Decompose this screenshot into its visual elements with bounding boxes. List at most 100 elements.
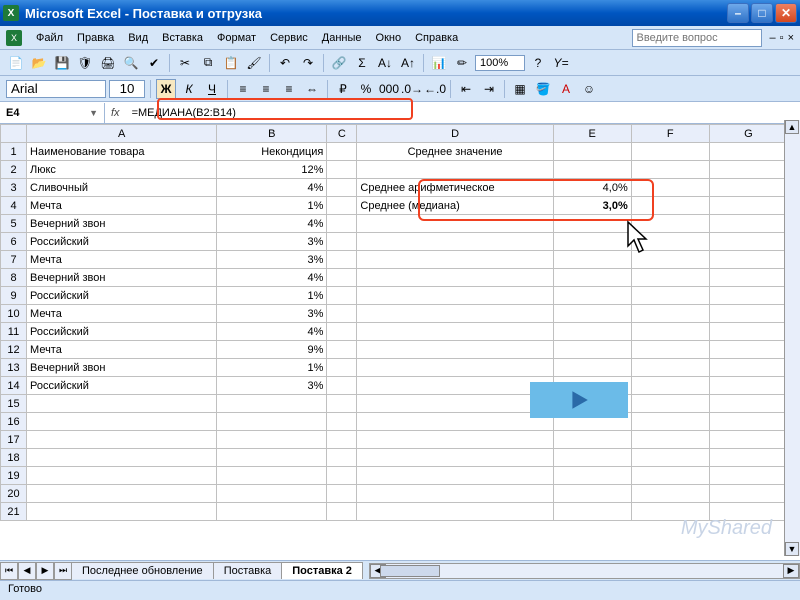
formula-eval-icon[interactable]: Y=	[551, 53, 571, 73]
print-icon[interactable]: 🖨	[98, 53, 118, 73]
indent-dec-icon[interactable]: ⇤	[456, 79, 476, 99]
format-painter-icon[interactable]: 🖌	[244, 53, 264, 73]
cell[interactable]: Мечта	[27, 197, 217, 215]
cell[interactable]	[631, 395, 709, 413]
cell[interactable]	[357, 341, 553, 359]
menu-help[interactable]: Справка	[409, 29, 464, 47]
cell[interactable]: Российский	[27, 323, 217, 341]
cell[interactable]	[553, 359, 631, 377]
cell[interactable]	[631, 215, 709, 233]
cell[interactable]	[709, 323, 787, 341]
row-header[interactable]: 7	[1, 251, 27, 269]
menu-file[interactable]: Файл	[30, 29, 69, 47]
cell[interactable]: Среднее значение	[357, 143, 553, 161]
undo-icon[interactable]: ↶	[275, 53, 295, 73]
select-all-corner[interactable]	[1, 125, 27, 143]
maximize-button[interactable]: □	[751, 3, 773, 23]
cell[interactable]	[357, 395, 553, 413]
cell[interactable]	[553, 431, 631, 449]
cell[interactable]	[327, 287, 357, 305]
row-header[interactable]: 12	[1, 341, 27, 359]
paste-icon[interactable]: 📋	[221, 53, 241, 73]
cell[interactable]	[709, 197, 787, 215]
cell[interactable]	[553, 269, 631, 287]
cell[interactable]	[631, 359, 709, 377]
row-header[interactable]: 20	[1, 485, 27, 503]
cell[interactable]	[631, 413, 709, 431]
sheet-tab-0[interactable]: Последнее обновление	[71, 562, 214, 579]
menu-view[interactable]: Вид	[122, 29, 154, 47]
spreadsheet-grid[interactable]: A B C D E F G 1Наименование товараНеконд…	[0, 124, 800, 560]
cell[interactable]	[327, 305, 357, 323]
cell[interactable]	[709, 305, 787, 323]
cell[interactable]: Среднее (медиана)	[357, 197, 553, 215]
italic-icon[interactable]: К	[179, 79, 199, 99]
row-header[interactable]: 18	[1, 449, 27, 467]
row-header[interactable]: 13	[1, 359, 27, 377]
menu-edit[interactable]: Правка	[71, 29, 120, 47]
cell[interactable]	[217, 413, 327, 431]
cell[interactable]	[327, 179, 357, 197]
preview-icon[interactable]: 🔍	[121, 53, 141, 73]
cell[interactable]	[327, 269, 357, 287]
cell[interactable]	[553, 251, 631, 269]
cell[interactable]	[217, 503, 327, 521]
save-icon[interactable]: 💾	[52, 53, 72, 73]
cell[interactable]	[217, 431, 327, 449]
cell[interactable]	[327, 215, 357, 233]
borders-icon[interactable]: ▦	[510, 79, 530, 99]
cell[interactable]: 4%	[217, 323, 327, 341]
cell[interactable]	[357, 323, 553, 341]
align-center-icon[interactable]: ≡	[256, 79, 276, 99]
cell[interactable]	[357, 215, 553, 233]
cell[interactable]	[27, 503, 217, 521]
spell-icon[interactable]: ✔	[144, 53, 164, 73]
cell[interactable]	[217, 395, 327, 413]
cell[interactable]: Мечта	[27, 341, 217, 359]
cell[interactable]	[357, 233, 553, 251]
cell[interactable]	[631, 431, 709, 449]
cell[interactable]	[357, 431, 553, 449]
row-header[interactable]: 15	[1, 395, 27, 413]
close-button[interactable]: ✕	[775, 3, 797, 23]
sheet-tab-1[interactable]: Поставка	[213, 562, 283, 579]
sheet-tab-2[interactable]: Поставка 2	[281, 562, 363, 579]
cell[interactable]	[631, 287, 709, 305]
cell[interactable]	[709, 143, 787, 161]
cell[interactable]	[327, 413, 357, 431]
cell[interactable]: 4,0%	[553, 179, 631, 197]
autosum-icon[interactable]: Σ	[352, 53, 372, 73]
zoom-box[interactable]: 100%	[475, 55, 525, 71]
scroll-thumb[interactable]	[380, 565, 440, 577]
cell[interactable]	[357, 485, 553, 503]
cell[interactable]: Российский	[27, 233, 217, 251]
cell[interactable]: Вечерний звон	[27, 215, 217, 233]
cell[interactable]: 4%	[217, 179, 327, 197]
doc-minimize-icon[interactable]: –	[770, 32, 776, 44]
cell[interactable]	[357, 305, 553, 323]
cell[interactable]	[553, 467, 631, 485]
chart-icon[interactable]: 📊	[429, 53, 449, 73]
cell[interactable]	[709, 215, 787, 233]
col-header-a[interactable]: A	[27, 125, 217, 143]
cell[interactable]	[553, 233, 631, 251]
menu-window[interactable]: Окно	[370, 29, 408, 47]
cut-icon[interactable]: ✂	[175, 53, 195, 73]
cell[interactable]	[327, 233, 357, 251]
cell[interactable]: 9%	[217, 341, 327, 359]
cell[interactable]	[217, 485, 327, 503]
cell[interactable]: 3%	[217, 377, 327, 395]
cell[interactable]: 4%	[217, 215, 327, 233]
horizontal-scrollbar[interactable]: ◀ ▶	[369, 563, 800, 579]
cell[interactable]	[631, 161, 709, 179]
cell[interactable]: 1%	[217, 287, 327, 305]
cell[interactable]	[631, 143, 709, 161]
decimal-inc-icon[interactable]: .0→	[402, 79, 422, 99]
cell[interactable]	[217, 449, 327, 467]
align-right-icon[interactable]: ≡	[279, 79, 299, 99]
row-header[interactable]: 4	[1, 197, 27, 215]
row-header[interactable]: 14	[1, 377, 27, 395]
row-header[interactable]: 1	[1, 143, 27, 161]
menu-insert[interactable]: Вставка	[156, 29, 209, 47]
menu-tools[interactable]: Сервис	[264, 29, 314, 47]
